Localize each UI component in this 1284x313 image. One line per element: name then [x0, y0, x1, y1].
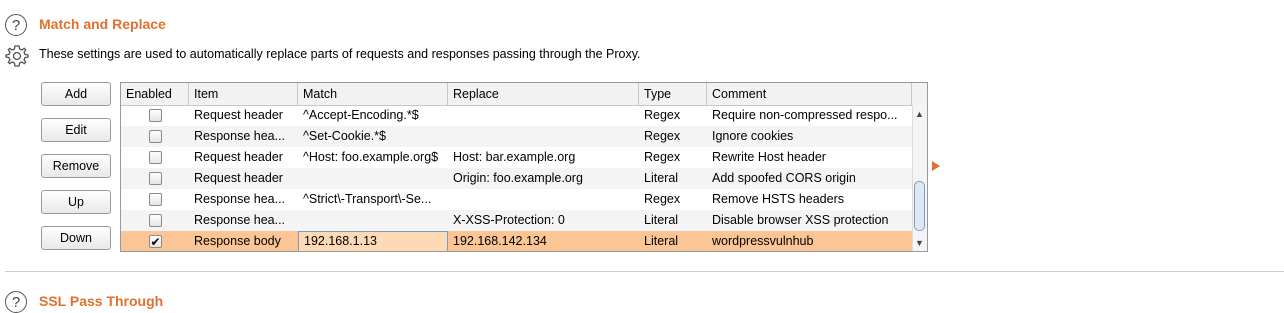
match-replace-table[interactable]: Enabled Item Match Replace Type Comment … [120, 82, 928, 252]
cell-comment[interactable]: Rewrite Host header [707, 147, 912, 168]
cell-replace[interactable]: 192.168.142.134 [448, 231, 639, 251]
cell-replace[interactable]: X-XSS-Protection: 0 [448, 210, 639, 231]
cell-comment[interactable]: Disable browser XSS protection [707, 210, 912, 231]
table-row[interactable]: Response hea... X-XSS-Protection: 0 Litera… [121, 210, 912, 231]
cell-replace[interactable] [448, 105, 639, 126]
table-header: Enabled Item Match Replace Type Comment [121, 83, 927, 106]
cell-comment[interactable]: Require non-compressed respo... [707, 105, 912, 126]
cell-replace[interactable] [448, 126, 639, 147]
cell-match[interactable]: ^Accept-Encoding.*$ [298, 105, 448, 126]
cell-type[interactable]: Literal [639, 231, 707, 251]
gear-icon [5, 45, 29, 67]
cell-type[interactable]: Literal [639, 168, 707, 189]
table-row[interactable]: ✔ Response body 192.168.1.13 192.168.142.13… [121, 231, 912, 251]
table-row[interactable]: Request header ^Accept-Encoding.*$ Regex Re… [121, 105, 912, 126]
cell-match[interactable]: 192.168.1.13 [298, 231, 448, 251]
checkbox-unchecked[interactable] [149, 109, 162, 122]
column-header-type[interactable]: Type [639, 83, 707, 105]
section-description: These settings are used to automatically… [39, 47, 641, 61]
cell-item[interactable]: Request header [189, 105, 298, 126]
checkbox-unchecked[interactable] [149, 151, 162, 164]
down-button[interactable]: Down [41, 226, 111, 250]
up-button[interactable]: Up [41, 190, 111, 214]
remove-button[interactable]: Remove [41, 154, 111, 178]
column-header-item[interactable]: Item [189, 83, 298, 105]
cell-match[interactable] [298, 168, 448, 189]
scroll-up-arrow-icon[interactable]: ▲ [912, 107, 927, 121]
cell-type[interactable]: Literal [639, 210, 707, 231]
cell-replace[interactable]: Origin: foo.example.org [448, 168, 639, 189]
cell-type[interactable]: Regex [639, 126, 707, 147]
section-title-match-replace: Match and Replace [39, 16, 166, 32]
cell-item[interactable]: Response hea... [189, 126, 298, 147]
section-divider [5, 271, 1284, 272]
column-header-replace[interactable]: Replace [448, 83, 639, 105]
cell-item[interactable]: Request header [189, 147, 298, 168]
column-header-comment[interactable]: Comment [707, 83, 912, 105]
cell-comment[interactable]: Remove HSTS headers [707, 189, 912, 210]
cell-comment[interactable]: Ignore cookies [707, 126, 912, 147]
table-row[interactable]: Request header ^Host: foo.example.org$ Hos… [121, 147, 912, 168]
cell-match[interactable]: ^Set-Cookie.*$ [298, 126, 448, 147]
cell-replace[interactable] [448, 189, 639, 210]
table-row[interactable]: Response hea... ^Strict\-Transport\-Se...… [121, 189, 912, 210]
cell-type[interactable]: Regex [639, 189, 707, 210]
column-header-enabled[interactable]: Enabled [121, 83, 189, 105]
cell-match[interactable]: ^Strict\-Transport\-Se... [298, 189, 448, 210]
checkbox-checked[interactable]: ✔ [149, 235, 162, 248]
cell-item[interactable]: Response hea... [189, 210, 298, 231]
cell-type[interactable]: Regex [639, 105, 707, 126]
checkbox-unchecked[interactable] [149, 172, 162, 185]
add-button[interactable]: Add [41, 82, 111, 106]
cell-type[interactable]: Regex [639, 147, 707, 168]
scrollbar-thumb[interactable] [914, 181, 925, 231]
table-row[interactable]: Request header Origin: foo.example.org Lit… [121, 168, 912, 189]
checkbox-unchecked[interactable] [149, 214, 162, 227]
expand-arrow-icon[interactable] [931, 160, 941, 172]
cell-replace[interactable]: Host: bar.example.org [448, 147, 639, 168]
cell-item[interactable]: Response body [189, 231, 298, 251]
cell-comment[interactable]: wordpressvulnhub [707, 231, 912, 251]
section-title-ssl-pass-through: SSL Pass Through [39, 293, 164, 309]
column-header-match[interactable]: Match [298, 83, 448, 105]
scroll-down-arrow-icon[interactable]: ▼ [912, 236, 927, 250]
checkbox-unchecked[interactable] [149, 193, 162, 206]
table-row[interactable]: Response hea... ^Set-Cookie.*$ Regex Ignore… [121, 126, 912, 147]
edit-button[interactable]: Edit [41, 118, 111, 142]
cell-match[interactable]: ^Host: foo.example.org$ [298, 147, 448, 168]
cell-item[interactable]: Request header [189, 168, 298, 189]
checkbox-unchecked[interactable] [149, 130, 162, 143]
cell-comment[interactable]: Add spoofed CORS origin [707, 168, 912, 189]
help-icon[interactable]: ? [5, 14, 27, 36]
cell-item[interactable]: Response hea... [189, 189, 298, 210]
cell-match[interactable] [298, 210, 448, 231]
